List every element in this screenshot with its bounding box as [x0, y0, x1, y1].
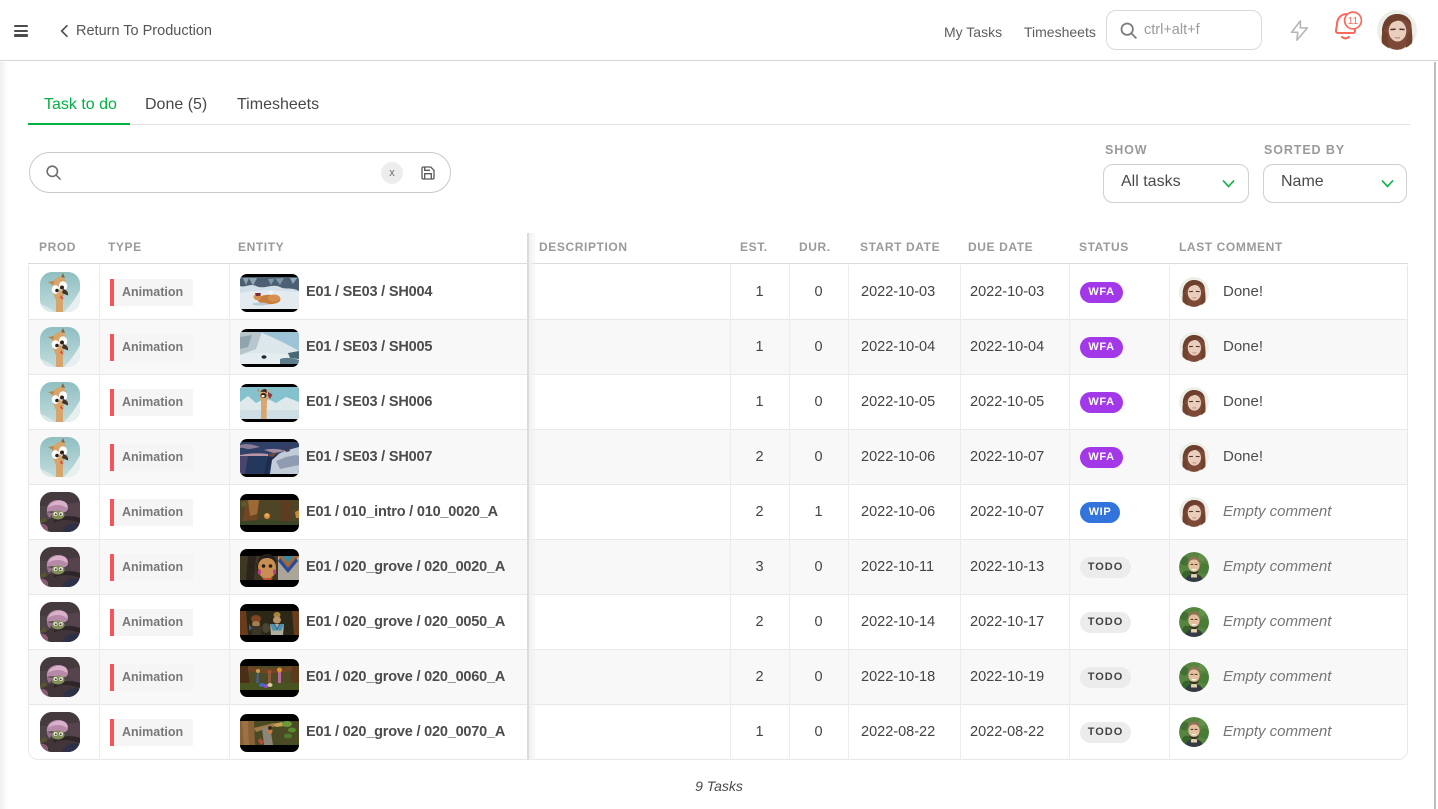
svg-text:11: 11: [1348, 16, 1359, 27]
